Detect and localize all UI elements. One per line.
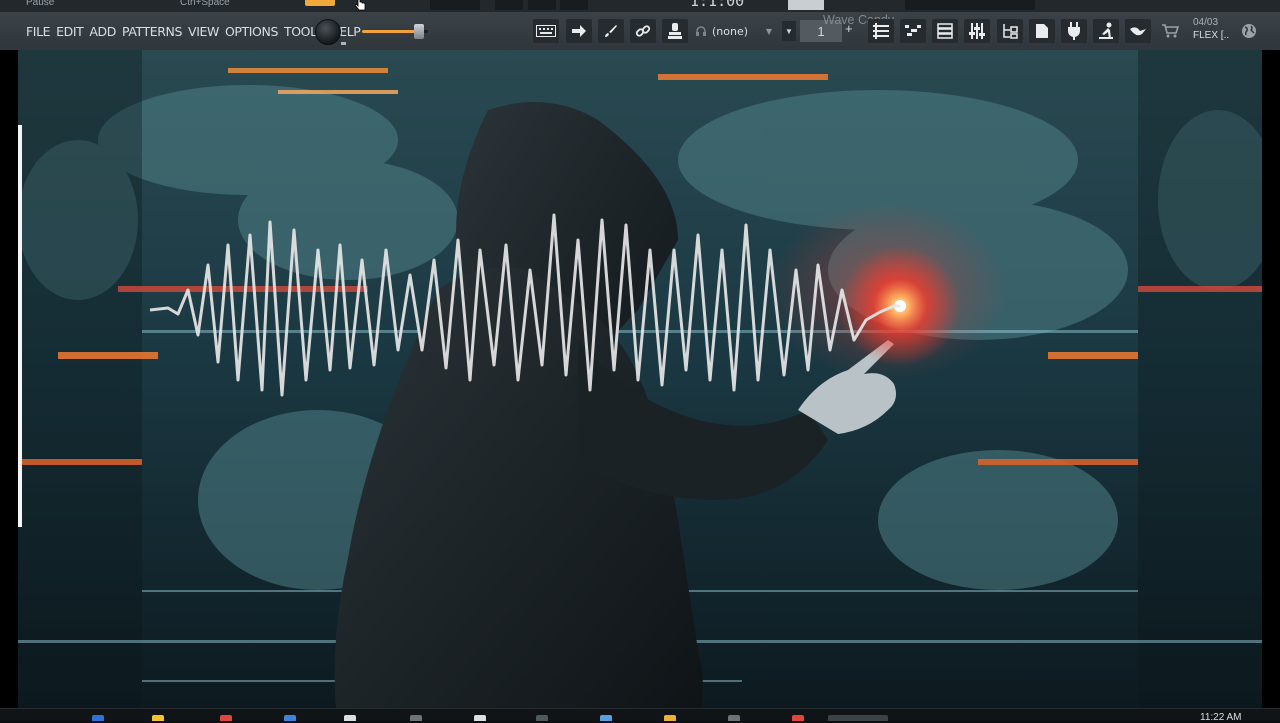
taskbar-app-icon[interactable] [284,715,296,721]
transport-box[interactable] [430,0,480,10]
news-title: FLEX [.. [1193,30,1230,41]
online-button[interactable] [1236,19,1262,43]
left-scrollbar[interactable] [18,125,22,527]
playlist-button[interactable] [868,19,894,43]
sample-export-button[interactable] [1125,19,1151,43]
slider-fill [362,30,417,33]
taskbar-app-icon[interactable] [600,715,612,721]
arrow-right-icon [572,25,586,37]
plugin-database-button[interactable] [1061,19,1087,43]
headphones-icon [696,26,706,36]
transport-box[interactable] [495,0,523,10]
channel-rack-icon [937,23,953,39]
video-frame [18,50,1262,708]
taskbar: 11:22 AM [0,708,1280,723]
right-border [1262,50,1280,708]
menu-patterns[interactable]: PATTERNS [122,24,182,39]
left-border [0,50,18,708]
menu-options[interactable]: OPTIONS [225,24,278,39]
menu-add[interactable]: ADD [89,24,116,39]
main-toolbar: FILE EDIT ADD PATTERNS VIEW OPTIONS TOOL… [0,12,1280,51]
transport-box[interactable] [560,0,588,10]
bird-icon [1130,27,1146,36]
keyboard-icon [536,25,556,37]
taskbar-app-icon[interactable] [152,715,164,721]
typing-keyboard-button[interactable] [533,19,559,43]
menu-edit[interactable]: EDIT [56,24,84,39]
taskbar-app-icon[interactable] [92,715,104,721]
taskbar-clock[interactable]: 11:22 AM [1200,712,1242,723]
mixer-icon [969,23,985,39]
record-mode-chip[interactable] [305,0,335,6]
chevron-down-icon: ▼ [785,26,793,36]
hand-cursor-icon [354,0,366,11]
title-strip: Pause Ctrl+Space 1:1:00 [0,0,1280,12]
taskbar-app-icon[interactable] [220,715,232,721]
taskbar-app-icon[interactable] [792,715,804,721]
menu-view[interactable]: VIEW [188,24,219,39]
shop-button[interactable] [1157,19,1183,43]
slide-tool-button[interactable] [598,19,624,43]
mixer-button[interactable] [964,19,990,43]
pause-hint: Pause [26,0,55,8]
cart-icon [1162,24,1179,38]
link-button[interactable] [630,19,656,43]
brush-icon [605,25,617,37]
master-slider-track[interactable] [905,0,1035,10]
globe-icon [1242,24,1256,38]
hooded-hacker-artwork [18,50,1262,708]
taskbar-app-icon[interactable] [344,715,356,721]
song-position-display: 1:1:00 [690,0,745,10]
knob-indicator [341,42,346,45]
pattern-menu-button[interactable]: ▼ [782,21,796,41]
pattern-selector[interactable]: (none) ▼ [712,21,772,41]
browser-tree-icon [1003,24,1018,39]
document-icon [1036,24,1048,38]
tempo-tapper-button[interactable] [1093,19,1119,43]
news-panel[interactable]: 04/03 FLEX [.. [1193,16,1229,42]
taskbar-app-icon[interactable] [728,715,740,721]
stamp-icon [668,23,682,39]
slider-thumb[interactable] [414,24,424,39]
playlist-icon [873,23,889,39]
taskbar-app-icon[interactable] [536,715,548,721]
step-edit-button[interactable] [566,19,592,43]
project-notes-button[interactable] [1029,19,1055,43]
transport-box[interactable] [528,0,556,10]
master-volume-knob[interactable] [315,19,341,45]
piano-roll-icon [905,25,921,36]
plug-icon [1068,22,1080,40]
menu-file[interactable]: FILE [26,24,51,39]
audio-monitor-button[interactable] [692,19,710,43]
chevron-down-icon: ▼ [765,26,772,36]
stamp-button[interactable] [662,19,688,43]
link-icon [635,25,651,37]
taskbar-active-app[interactable] [828,715,888,721]
pattern-selector-value: (none) [712,24,749,38]
piano-roll-button[interactable] [900,19,926,43]
metronome-figure-icon [1099,22,1113,39]
channel-rack-button[interactable] [932,19,958,43]
taskbar-app-icon[interactable] [664,715,676,721]
taskbar-app-icon[interactable] [410,715,422,721]
taskbar-app-icon[interactable] [474,715,486,721]
browser-button[interactable] [997,19,1023,43]
tempo-box[interactable] [788,0,824,10]
shortcut-hint: Ctrl+Space [180,0,230,8]
news-date: 04/03 [1193,17,1219,28]
